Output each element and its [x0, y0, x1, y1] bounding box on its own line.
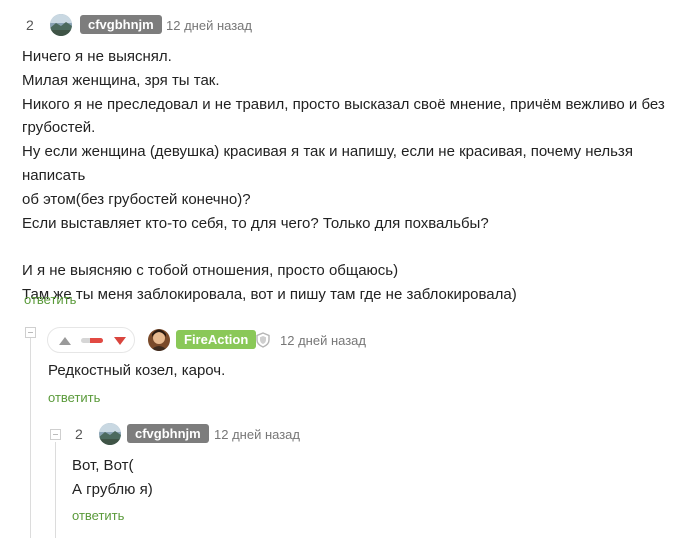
comment-time[interactable]: 12 дней назад: [166, 18, 252, 33]
avatar-landscape-icon: [99, 423, 121, 445]
comment-body: Ничего я не выяснял. Милая женщина, зря …: [22, 45, 672, 307]
thread-line-level2: [55, 442, 56, 538]
downvote-icon[interactable]: [114, 337, 126, 345]
comment-body: Редкостный козел, кароч.: [48, 359, 648, 383]
avatar[interactable]: [99, 423, 121, 445]
comment-header: 2 cfvgbhnjm 12 дней назад: [22, 14, 322, 36]
vote-balance-bar: [81, 338, 103, 343]
comment-line: Если выставляет кто-то себя, то для чего…: [22, 214, 489, 232]
comment-line: Ну если женщина (девушка) красивая я так…: [22, 143, 638, 184]
comment-line: об этом(без грубостей конечно)?: [22, 190, 251, 208]
reply-link[interactable]: ответить: [24, 292, 76, 307]
username-badge[interactable]: cfvgbhnjm: [80, 15, 162, 34]
comment-line: грубостей.: [22, 119, 96, 137]
comment-line: И я не выясняю с тобой отношения, просто…: [22, 262, 399, 280]
avatar-portrait-icon: [148, 329, 170, 351]
comment-line: Ничего я не выяснял.: [22, 48, 172, 65]
comment-rating: 2: [75, 426, 83, 442]
comment-time[interactable]: 12 дней назад: [280, 333, 366, 348]
vote-negative-fill: [89, 338, 103, 343]
comment-time[interactable]: 12 дней назад: [214, 427, 300, 442]
comment-line: Там же ты меня заблокировала, вот и пишу…: [22, 285, 517, 303]
comment-line: Милая женщина, зря ты так.: [22, 71, 220, 89]
avatar[interactable]: [148, 329, 170, 351]
comment-line: А грублю я): [72, 480, 153, 498]
vote-widget: [47, 327, 135, 353]
comment-line: Никого я не преследовал и не травил, про…: [22, 95, 665, 113]
reply-link[interactable]: ответить: [48, 390, 100, 405]
reply-link[interactable]: ответить: [72, 508, 124, 523]
username-badge[interactable]: FireAction: [176, 330, 257, 349]
avatar[interactable]: [50, 14, 72, 36]
collapse-icon[interactable]: [25, 327, 36, 338]
shield-icon: [256, 332, 270, 348]
comment-rating: 2: [26, 17, 34, 33]
comment-line: [22, 235, 672, 259]
thread-line-level1: [30, 337, 31, 538]
comment-line: Редкостный козел, кароч.: [48, 362, 226, 379]
collapse-icon[interactable]: [50, 429, 61, 440]
comment-body: Вот, Вот( А грублю я): [72, 454, 632, 502]
username-badge[interactable]: cfvgbhnjm: [127, 424, 209, 443]
upvote-icon[interactable]: [59, 337, 71, 345]
comment-line: Вот, Вот(: [72, 457, 134, 474]
avatar-landscape-icon: [50, 14, 72, 36]
